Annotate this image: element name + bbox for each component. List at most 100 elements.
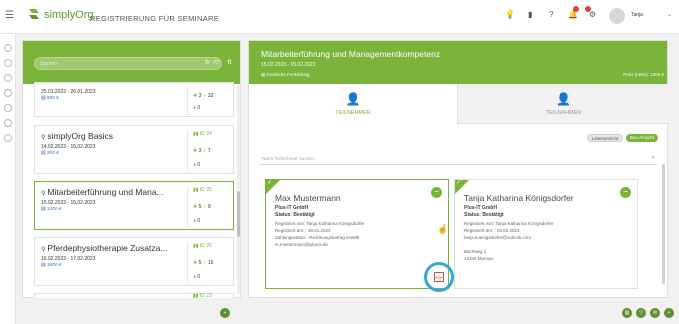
person-icon: 👤 (345, 92, 361, 106)
seminar-stats: ✚ 5 ♀ 9 (193, 204, 211, 210)
search-icon[interactable] (4, 59, 12, 67)
seminar-zero: ● 0 (193, 162, 201, 168)
participant-payment-status: Zahlungsstatus : Rechnungsbetrag erstell… (275, 235, 360, 240)
box-view-button[interactable]: Box-Ansicht (626, 134, 659, 142)
seminar-list-panel: Suchen ⌕ ⇅ ▽ ↻ 25.01.2023 - 26.01.2023 ▤… (22, 40, 241, 299)
chevron-down-icon[interactable]: ⌄ (667, 11, 672, 18)
seminar-stats: ✚ 3 ♀ 32 (193, 93, 214, 99)
add-participant-button[interactable]: + (664, 308, 674, 318)
divider (187, 186, 188, 226)
seminar-zero: ● 0 (193, 218, 201, 224)
participant-search-input[interactable]: Nach Teilnehmer suchen ⌕ (259, 154, 657, 165)
detail-price: Preis (netto): 1200 € (623, 72, 664, 77)
tab-participants[interactable]: 👤 TEILNEHMER (249, 84, 457, 124)
seminar-title: ⚲ Mitarbeiterführung und Mana... (41, 187, 164, 197)
settings-badge (585, 6, 591, 12)
divider (187, 130, 188, 170)
home-icon[interactable] (4, 44, 12, 52)
people-icon[interactable] (4, 104, 12, 112)
chat-icon[interactable] (4, 74, 12, 82)
refresh-icon[interactable]: ↻ (205, 59, 210, 66)
seminar-detail-panel: Mitarbeiterführung und Managementkompete… (248, 40, 669, 298)
seminar-dates: 15.02.2023 - 15.02.2023 (41, 200, 96, 206)
seminar-card[interactable]: 25.01.2023 - 26.01.2023 ▤ 600 € ✚ 3 ♀ 32… (34, 82, 234, 117)
list-view-button[interactable]: Listenansicht (587, 134, 624, 142)
remove-participant-button[interactable]: − (620, 187, 631, 198)
search-placeholder: Suchen (40, 61, 57, 67)
seminar-list-header: Suchen ⌕ ⇅ ▽ ↻ (23, 41, 240, 84)
seminar-card[interactable]: ⚲ simplyOrg Basics 14.02.2023 - 15.02.202… (34, 125, 234, 174)
tab-bar: 👤 TEILNEHMER 👤 TEILNAHMEN (249, 84, 669, 124)
remove-participant-button[interactable]: − (431, 187, 442, 198)
scrollbar-track[interactable] (237, 86, 240, 294)
seminar-price: ▤ 1200 € (41, 207, 62, 212)
seminar-card[interactable]: ▮▮ ID 23 (34, 293, 234, 299)
notification-badge (573, 6, 579, 12)
participant-search-placeholder: Nach Teilnehmer suchen (262, 157, 315, 162)
seminar-price: ▤ 200 € (41, 151, 59, 156)
grid-icon[interactable] (4, 134, 12, 142)
detail-scrollbar[interactable] (662, 164, 665, 284)
participant-city: 12345 Murnau (464, 256, 494, 261)
seminar-card-selected[interactable]: ⚲ Mitarbeiterführung und Mana... 15.02.20… (34, 181, 234, 230)
seminar-id: ▮▮ ID 23 (193, 293, 212, 299)
detail-title: Mitarbeiterführung und Managementkompete… (261, 49, 441, 59)
seminar-dates: 16.02.2023 - 17.02.2023 (41, 256, 96, 262)
document-icon[interactable] (4, 119, 12, 127)
simplyorg-logo-icon (29, 9, 39, 19)
top-bar: ☰ simplyOrg REGISTRIERUNG FÜR SEMINARE 💡… (0, 0, 679, 34)
tab-participations[interactable]: 👤 TEILNAHMEN (457, 84, 669, 124)
divider (187, 242, 188, 282)
detail-category: ▤ Fachliche Fortbildung (261, 72, 310, 77)
seminar-zero: ● 0 (193, 105, 201, 111)
seminar-stats: ✚ 5 ♀ 15 (193, 260, 214, 266)
participant-card[interactable]: ✓ − Tanja Katharina Königsdorfer Plus-IT… (454, 179, 638, 289)
avatar[interactable] (609, 8, 625, 24)
participant-email: tanja.koenigsdorfer@outlook.com (464, 235, 532, 240)
help-icon[interactable]: ? (549, 10, 553, 19)
participant-company: Plus-IT GmbH (275, 205, 309, 211)
filter-button[interactable]: ▽ (636, 308, 646, 318)
seminar-zero: ● 0 (193, 274, 201, 280)
seminar-title: ⚲ Pferdephysiotherapie Zusatza... (41, 243, 168, 253)
participant-registered-on: Registriert am: : 30.01.2023 (275, 228, 331, 233)
participant-company: Plus-IT GmbH (464, 205, 498, 211)
participant-status: Status: Bestätigt (464, 212, 504, 218)
detail-dates: 15.02.2023 - 15.02.2023 (261, 62, 316, 68)
mail-button[interactable]: ✉ (650, 308, 660, 318)
export-button[interactable]: ▤ (622, 308, 632, 318)
menu-icon[interactable]: ☰ (5, 10, 14, 21)
logo[interactable]: simplyOrg (27, 7, 94, 23)
seminar-id: ▮▮ ID 25 (193, 187, 212, 193)
participant-card[interactable]: ✓ − Max Mustermann Plus-IT GmbH Status: … (265, 179, 454, 292)
participant-registered-by: Registriert von: Tanja Katharina Königsd… (464, 221, 554, 226)
seminar-id: ▮▮ ID 26 (193, 243, 212, 249)
participant-name: Max Mustermann (275, 193, 341, 203)
seminar-dates: 25.01.2023 - 26.01.2023 (41, 89, 96, 95)
settings-icon[interactable]: ⚙ (589, 10, 596, 19)
tab-label: TEILNAHMEN (545, 110, 582, 116)
calendar-icon[interactable] (4, 89, 12, 97)
logo-text: simplyOrg (44, 9, 94, 21)
add-button[interactable]: + (220, 308, 230, 318)
participant-street: Bachweg 1 (464, 249, 487, 254)
participant-registered-on: Registriert am: : 03.02.2023 (464, 228, 520, 233)
filter-icon[interactable]: ▽ (215, 59, 220, 66)
seminar-stats: ✚ 3 ♀ 7 (193, 148, 211, 154)
person-outline-icon: 👤 (556, 92, 571, 106)
scrollbar-thumb[interactable] (237, 191, 240, 237)
seminar-price: ▤ 600 € (41, 96, 59, 101)
seminar-title: ⚲ simplyOrg Basics (41, 131, 114, 141)
search-icon[interactable]: ⌕ (652, 155, 655, 162)
user-name[interactable]: Tanja (631, 12, 643, 18)
mouse-cursor-icon: ☝ (437, 224, 449, 234)
seminar-card[interactable]: ⚲ Pferdephysiotherapie Zusatza... 16.02.2… (34, 237, 234, 286)
sort-icon[interactable]: ⇅ (227, 59, 232, 66)
detail-header: Mitarbeiterführung und Managementkompete… (249, 41, 667, 84)
lightbulb-icon[interactable]: 💡 (505, 10, 515, 19)
participant-name: Tanja Katharina Königsdorfer (464, 193, 574, 203)
check-icon: ✓ (267, 180, 273, 186)
book-icon[interactable]: ▮ (528, 10, 532, 19)
page-title: REGISTRIERUNG FÜR SEMINARE (90, 14, 220, 23)
search-input[interactable]: Suchen ⌕ (34, 57, 222, 70)
